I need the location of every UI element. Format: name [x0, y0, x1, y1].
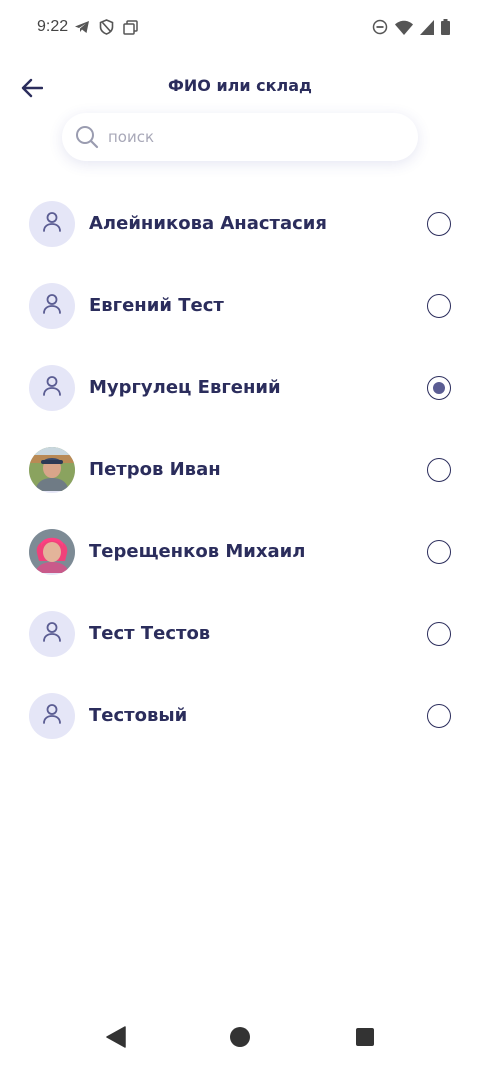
user-name: Мургулец Евгений [89, 377, 281, 398]
avatar [29, 201, 75, 247]
radio-button[interactable] [427, 294, 451, 318]
search-input[interactable] [108, 128, 388, 146]
recents-square-icon [355, 1027, 375, 1051]
avatar [29, 447, 75, 493]
list-item[interactable]: Тестовый [0, 675, 480, 757]
list-item[interactable]: Терещенков Михаил [0, 511, 480, 593]
radio-dot [433, 382, 445, 394]
wifi-icon [395, 20, 413, 35]
search-box[interactable] [62, 113, 418, 161]
do-not-disturb-icon [372, 19, 388, 35]
user-name: Алейникова Анастасия [89, 213, 327, 234]
shield-icon [99, 19, 114, 35]
person-icon [42, 293, 62, 319]
radio-button[interactable] [427, 704, 451, 728]
navigation-bar [0, 1012, 480, 1066]
person-icon [42, 375, 62, 401]
user-list: Алейникова Анастасия Евгений Тест Мургул… [0, 183, 480, 757]
avatar [29, 529, 75, 575]
user-name: Терещенков Михаил [89, 541, 306, 562]
list-item[interactable]: Мургулец Евгений [0, 347, 480, 429]
home-circle-icon [229, 1026, 251, 1052]
radio-button[interactable] [427, 540, 451, 564]
search-icon [74, 124, 100, 150]
avatar-photo [29, 447, 75, 493]
battery-icon [441, 19, 450, 35]
person-icon [42, 621, 62, 647]
nav-home-button[interactable] [228, 1027, 252, 1051]
status-right-icons [372, 19, 450, 35]
avatar [29, 365, 75, 411]
signal-icon [420, 19, 434, 35]
radio-button[interactable] [427, 212, 451, 236]
status-bar: 9:22 [0, 0, 480, 56]
telegram-icon [74, 19, 90, 35]
status-time: 9:22 [37, 18, 69, 35]
radio-button[interactable] [427, 376, 451, 400]
list-item[interactable]: Тест Тестов [0, 593, 480, 675]
user-name: Евгений Тест [89, 295, 224, 316]
user-name: Петров Иван [89, 459, 221, 480]
person-icon [42, 211, 62, 237]
status-left-icons [74, 19, 138, 35]
user-name: Тест Тестов [89, 623, 211, 644]
radio-button[interactable] [427, 458, 451, 482]
nav-recents-button[interactable] [353, 1027, 377, 1051]
avatar [29, 693, 75, 739]
user-name: Тестовый [89, 705, 188, 726]
radio-button[interactable] [427, 622, 451, 646]
header: ФИО или склад [0, 64, 480, 114]
list-item[interactable]: Петров Иван [0, 429, 480, 511]
avatar [29, 283, 75, 329]
page-title: ФИО или склад [168, 76, 312, 95]
back-triangle-icon [106, 1026, 126, 1052]
nav-back-button[interactable] [104, 1026, 128, 1052]
avatar [29, 611, 75, 657]
list-item[interactable]: Евгений Тест [0, 265, 480, 347]
list-item[interactable]: Алейникова Анастасия [0, 183, 480, 265]
copy-icon [123, 19, 138, 35]
avatar-photo [29, 529, 75, 575]
person-icon [42, 703, 62, 729]
